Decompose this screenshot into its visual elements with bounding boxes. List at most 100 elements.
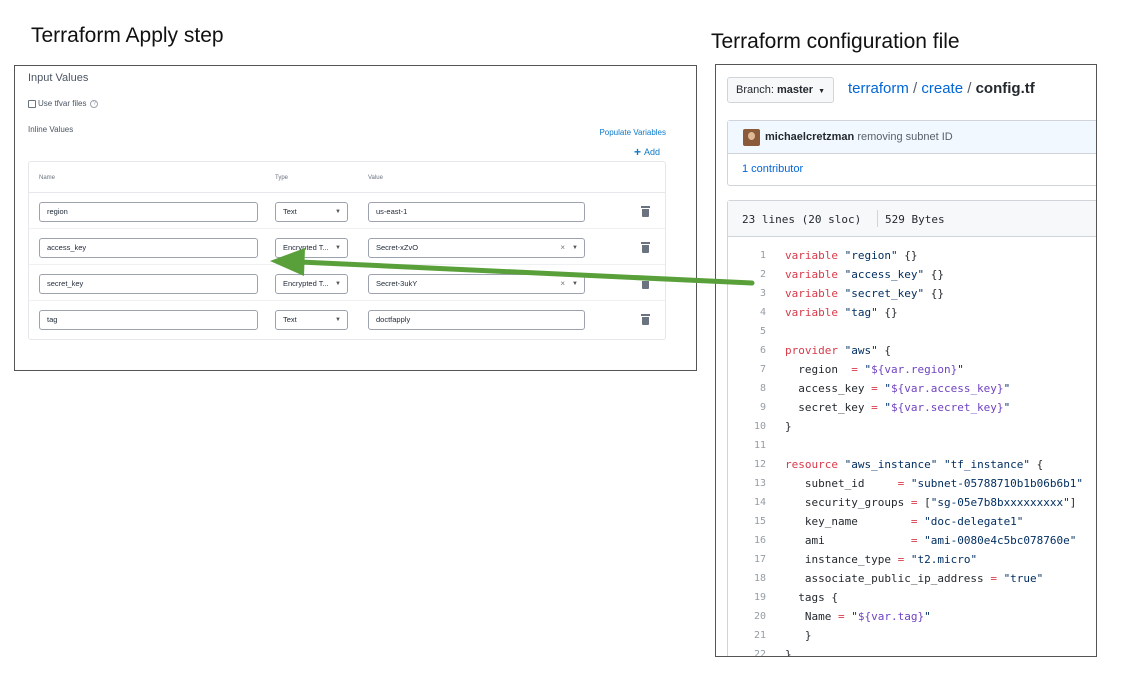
- line-number[interactable]: 17: [728, 550, 766, 569]
- breadcrumb-separator: /: [913, 80, 918, 97]
- code-text: key_name = "doc-delegate1": [785, 515, 1024, 528]
- line-number[interactable]: 1: [728, 246, 766, 265]
- column-header-name: Name: [39, 175, 56, 181]
- file-line-count: 23 lines (20 sloc): [742, 213, 862, 226]
- use-tfvar-files-option[interactable]: Use tfvar files ?: [28, 99, 99, 108]
- line-number[interactable]: 20: [728, 607, 766, 626]
- line-number[interactable]: 8: [728, 379, 766, 398]
- column-header-value: Value: [368, 175, 383, 181]
- table-row: region Text ▼ us-east-1: [29, 193, 665, 229]
- variable-type-select[interactable]: Encrypted T... ▼: [275, 238, 348, 258]
- branch-selector-button[interactable]: Branch: master ▼: [727, 77, 835, 103]
- clear-icon[interactable]: ×: [560, 275, 565, 293]
- secret-select[interactable]: Secret-3ukY × ▼: [368, 274, 585, 294]
- line-number[interactable]: 7: [728, 360, 766, 379]
- help-icon[interactable]: ?: [90, 99, 99, 108]
- line-number[interactable]: 15: [728, 512, 766, 531]
- plus-icon: +: [633, 145, 641, 159]
- variable-value-input[interactable]: doctfapply: [368, 310, 585, 330]
- variable-type-value: Text: [283, 207, 297, 216]
- line-number[interactable]: 4: [728, 303, 766, 322]
- line-number[interactable]: 11: [728, 436, 766, 455]
- github-file-panel: Branch: master ▼ terraform / create / co…: [715, 64, 1097, 657]
- code-text: }: [785, 420, 792, 433]
- variable-name-input[interactable]: access_key: [39, 238, 258, 258]
- table-row: tag Text ▼ doctfapply: [29, 301, 665, 337]
- variable-name-input[interactable]: region: [39, 202, 258, 222]
- code-text: variable "secret_key" {}: [785, 287, 944, 300]
- code-text: secret_key = "${var.secret_key}": [785, 401, 1011, 414]
- commit-info-box: michaelcretzman removing subnet ID 1 con…: [727, 120, 1096, 186]
- line-number[interactable]: 9: [728, 398, 766, 417]
- breadcrumb-file: config.tf: [975, 80, 1035, 97]
- add-button[interactable]: + Add: [633, 145, 660, 159]
- line-number[interactable]: 18: [728, 569, 766, 588]
- code-text: variable "access_key" {}: [785, 268, 944, 281]
- variable-type-select[interactable]: Encrypted T... ▼: [275, 274, 348, 294]
- clear-icon[interactable]: ×: [560, 239, 565, 257]
- trash-icon[interactable]: [641, 206, 650, 217]
- code-text: resource "aws_instance" "tf_instance" {: [785, 458, 1044, 471]
- trash-icon[interactable]: [641, 314, 650, 325]
- code-text: instance_type = "t2.micro": [785, 553, 978, 566]
- input-values-panel: Input Values Use tfvar files ? Inline Va…: [14, 65, 697, 371]
- variable-name-input[interactable]: tag: [39, 310, 258, 330]
- code-text: provider "aws" {: [785, 344, 891, 357]
- commit-message-link[interactable]: removing subnet ID: [857, 131, 952, 143]
- variable-type-select[interactable]: Text ▼: [275, 310, 348, 330]
- use-tfvar-checkbox[interactable]: [28, 99, 36, 108]
- branch-label: Branch:: [736, 84, 774, 96]
- latest-commit-bar: michaelcretzman removing subnet ID: [728, 121, 1096, 154]
- latest-commit-text: michaelcretzman removing subnet ID: [765, 131, 953, 143]
- branch-name: master: [776, 84, 814, 96]
- line-number[interactable]: 16: [728, 531, 766, 550]
- line-number[interactable]: 2: [728, 265, 766, 284]
- variable-type-value: Encrypted T...: [283, 243, 329, 252]
- variable-type-select[interactable]: Text ▼: [275, 202, 348, 222]
- variable-type-value: Text: [283, 315, 297, 324]
- inline-values-label: Inline Values: [28, 125, 74, 134]
- trash-icon[interactable]: [641, 278, 650, 289]
- chevron-down-icon: ▼: [818, 88, 826, 95]
- file-size: 529 Bytes: [885, 213, 945, 226]
- code-text: region = "${var.region}": [785, 363, 964, 376]
- populate-variables-link[interactable]: Populate Variables: [599, 128, 666, 137]
- breadcrumb-folder-link[interactable]: create: [921, 80, 963, 97]
- table-row: access_key Encrypted T... ▼ Secret-xZvO × ▼: [29, 229, 665, 265]
- chevron-down-icon: ▼: [572, 245, 578, 251]
- file-info-divider: [877, 210, 878, 227]
- chevron-down-icon: ▼: [335, 317, 341, 323]
- line-number[interactable]: 12: [728, 455, 766, 474]
- variable-type-value: Encrypted T...: [283, 279, 329, 288]
- variable-name-input[interactable]: secret_key: [39, 274, 258, 294]
- code-text: ami = "ami-0080e4c5bc078760e": [785, 534, 1077, 547]
- code-text: subnet_id = "subnet-05788710b1b06b6b1": [785, 477, 1084, 490]
- line-number[interactable]: 22: [728, 645, 766, 656]
- chevron-down-icon: ▼: [335, 209, 341, 215]
- avatar[interactable]: [743, 129, 760, 146]
- line-number[interactable]: 13: [728, 474, 766, 493]
- inline-values-table: Name Type Value region Text ▼ us-east-1 a…: [28, 161, 666, 340]
- variable-value-input[interactable]: us-east-1: [368, 202, 585, 222]
- line-number[interactable]: 5: [728, 322, 766, 341]
- line-number[interactable]: 14: [728, 493, 766, 512]
- line-number[interactable]: 6: [728, 341, 766, 360]
- secret-value: Secret-xZvO: [376, 243, 419, 252]
- file-info-header: 23 lines (20 sloc) 529 Bytes: [728, 201, 1096, 237]
- breadcrumb: terraform / create / config.tf: [848, 80, 1035, 97]
- line-number[interactable]: 3: [728, 284, 766, 303]
- secret-select[interactable]: Secret-xZvO × ▼: [368, 238, 585, 258]
- use-tfvar-label: Use tfvar files: [38, 99, 87, 108]
- table-row: secret_key Encrypted T... ▼ Secret-3ukY × ▼: [29, 265, 665, 301]
- line-number[interactable]: 10: [728, 417, 766, 436]
- trash-icon[interactable]: [641, 242, 650, 253]
- contributors-link[interactable]: 1 contributor: [742, 163, 803, 175]
- chevron-down-icon: ▼: [335, 245, 341, 251]
- line-number[interactable]: 21: [728, 626, 766, 645]
- input-values-title: Input Values: [28, 72, 89, 84]
- breadcrumb-repo-link[interactable]: terraform: [848, 80, 909, 97]
- code-text: tags {: [785, 591, 838, 604]
- caption-terraform-config-file: Terraform configuration file: [711, 30, 960, 53]
- commit-author-link[interactable]: michaelcretzman: [765, 131, 854, 143]
- line-number[interactable]: 19: [728, 588, 766, 607]
